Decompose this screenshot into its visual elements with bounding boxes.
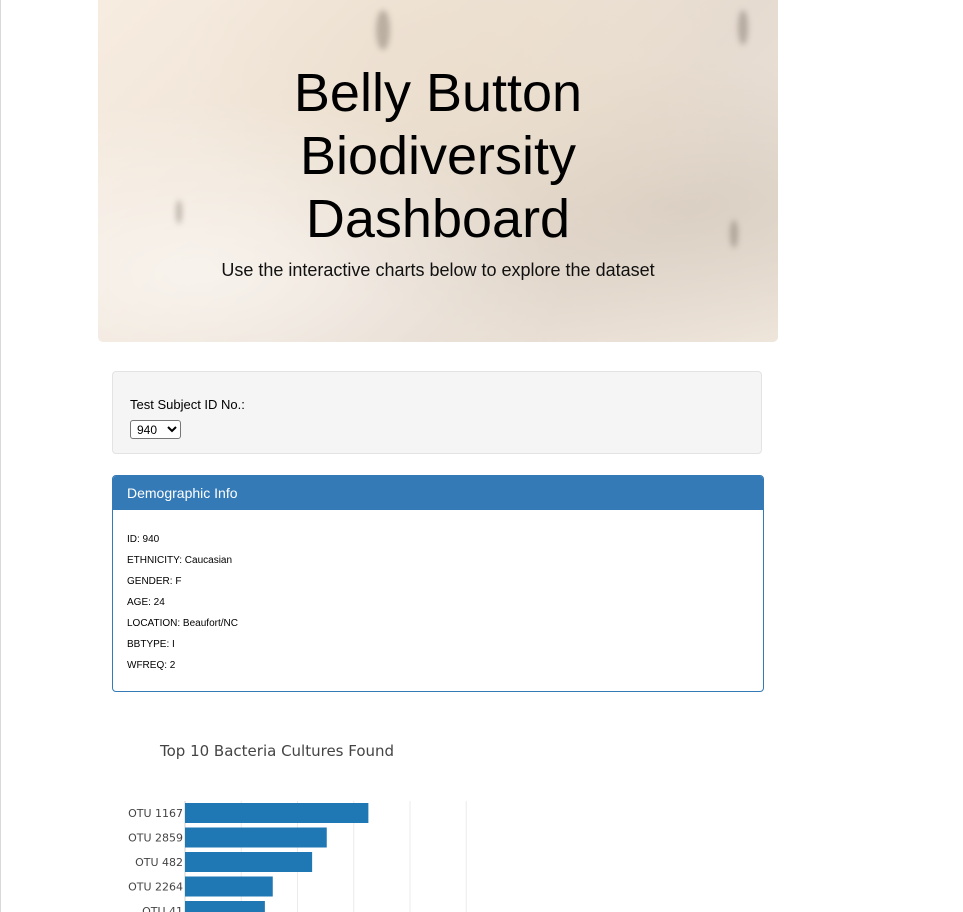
chart-bar[interactable] — [185, 803, 369, 823]
chart-bar[interactable] — [185, 852, 313, 872]
chart-bar[interactable] — [185, 827, 327, 848]
demographic-row: BBTYPE: I — [127, 639, 175, 650]
chart-category-label: OTU 482 — [135, 856, 183, 869]
demographic-row: ETHNICITY: Caucasian — [127, 555, 233, 566]
chart-category-label: OTU 1167 — [128, 807, 183, 820]
chart-bars — [185, 803, 369, 912]
chart-tick-labels: OTU 1167 OTU 2859 OTU 482 OTU 2264 OTU 41 — [128, 807, 183, 912]
chart-category-label: OTU 41 — [142, 905, 183, 912]
page-title-line: Dashboard — [305, 189, 571, 249]
hero-banner: Belly Button Biodiversity Dashboard Use … — [98, 0, 778, 342]
chart-bar[interactable] — [185, 876, 273, 897]
bar-chart-svg: Top 10 Bacteria Cultures Found OTU 1167O… — [128, 742, 467, 912]
subject-id-select[interactable]: 940 — [130, 420, 181, 439]
demographic-info-heading: Demographic Info — [113, 476, 763, 510]
chart-category-label: OTU 2859 — [128, 832, 183, 845]
demographic-row: LOCATION: Beaufort/NC — [127, 618, 238, 629]
hero-background-decoration — [738, 10, 748, 45]
demographic-row: ID: 940 — [127, 534, 160, 545]
top10-bar-chart: Top 10 Bacteria Cultures Found OTU 1167 O… — [112, 722, 572, 912]
page-title-line: Belly Button — [293, 63, 583, 123]
subject-selector-label: Test Subject ID No.: — [130, 397, 245, 412]
page-title-line: Biodiversity — [299, 126, 577, 186]
page: Belly Button Biodiversity Dashboard Use … — [0, 0, 963, 912]
chart-category-label: OTU 2264 — [128, 881, 183, 894]
page-subtitle: Use the interactive charts below to expl… — [221, 260, 655, 280]
chart-title: Top 10 Bacteria Cultures Found — [159, 742, 394, 760]
demographic-info-panel: Demographic Info ID: 940 ETHNICITY: Cauc… — [112, 475, 764, 692]
page-title: Belly Button Biodiversity Dashboard — [98, 62, 778, 251]
chart-bar[interactable] — [185, 901, 265, 912]
demographic-row: AGE: 24 — [127, 597, 165, 608]
demographic-row: GENDER: F — [127, 576, 182, 587]
subject-selector-panel: Test Subject ID No.: 940 — [112, 371, 762, 454]
demographic-info-body: ID: 940 ETHNICITY: Caucasian GENDER: F A… — [113, 510, 763, 679]
demographic-row: WFREQ: 2 — [127, 660, 176, 671]
hero-background-decoration — [376, 10, 390, 50]
